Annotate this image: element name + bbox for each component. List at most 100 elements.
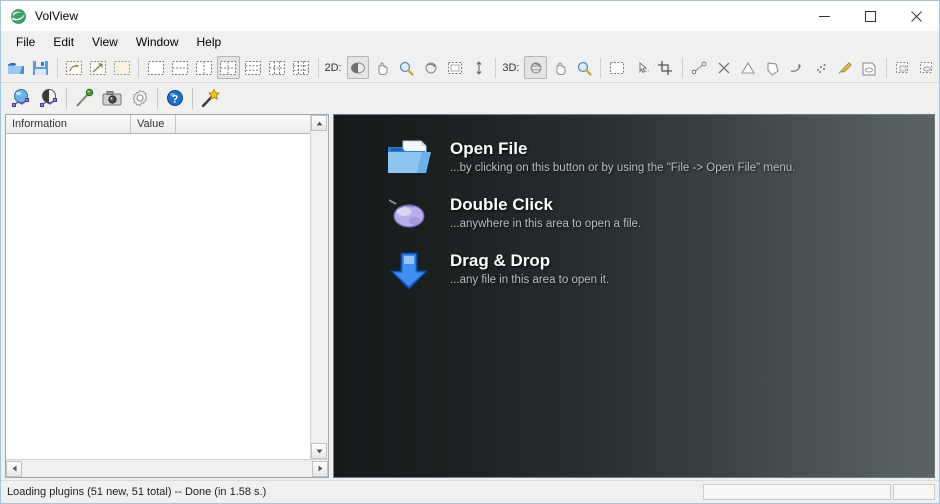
hint-drag-drop-text: Drag & Drop ...any file in this area to … bbox=[450, 249, 609, 288]
blank-view-button[interactable] bbox=[111, 56, 133, 79]
fit-view-button[interactable] bbox=[87, 56, 109, 79]
hint-drag-drop[interactable]: Drag & Drop ...any file in this area to … bbox=[386, 249, 934, 293]
paint-brush-button[interactable] bbox=[834, 56, 856, 79]
wizard-button[interactable] bbox=[197, 86, 223, 111]
information-list-body[interactable] bbox=[6, 134, 310, 459]
stamp-label-button[interactable] bbox=[858, 56, 880, 79]
hint-subtitle: ...any file in this area to open it. bbox=[450, 274, 610, 286]
menu-item-window[interactable]: Window bbox=[127, 32, 188, 52]
volume-render-button[interactable] bbox=[8, 86, 34, 111]
hint-open-file-text: Open File ...by clicking on this button … bbox=[450, 137, 795, 176]
close-icon[interactable] bbox=[893, 1, 939, 31]
secondary-toolbar: ? bbox=[1, 83, 939, 114]
information-horizontal-scrollbar[interactable] bbox=[6, 459, 328, 477]
viewport-hints: Open File ...by clicking on this button … bbox=[334, 115, 934, 293]
column-header-value[interactable]: Value bbox=[131, 115, 176, 133]
menu-item-edit[interactable]: Edit bbox=[44, 32, 83, 52]
zoom-2d-button[interactable] bbox=[395, 56, 417, 79]
maximize-icon[interactable] bbox=[847, 1, 893, 31]
surface-render-button[interactable] bbox=[36, 86, 62, 111]
volview-window: VolView File Edit View Window Help 2D: 3… bbox=[0, 0, 940, 504]
svg-text:?: ? bbox=[172, 94, 179, 106]
scroll-down-icon[interactable] bbox=[311, 443, 327, 459]
open-folder-large-icon bbox=[386, 137, 432, 181]
layout-nine-button[interactable] bbox=[290, 56, 312, 79]
distance-measure-button[interactable] bbox=[688, 56, 710, 79]
hint-subtitle: ...by clicking on this button or by usin… bbox=[450, 162, 796, 174]
information-vertical-scrollbar[interactable] bbox=[310, 115, 328, 459]
angle-measure-button[interactable] bbox=[737, 56, 759, 79]
hint-title: Double Click bbox=[450, 195, 553, 214]
seed-points-button[interactable] bbox=[810, 56, 832, 79]
copy-view-button[interactable] bbox=[892, 56, 914, 79]
status-progress-bar bbox=[703, 484, 891, 500]
mode-3d-label: 3D: bbox=[502, 61, 520, 74]
menu-item-help[interactable]: Help bbox=[188, 32, 231, 52]
cross-marker-button[interactable] bbox=[712, 56, 734, 79]
down-arrow-icon bbox=[386, 249, 432, 293]
computer-mouse-icon bbox=[386, 193, 432, 237]
screenshot-button[interactable] bbox=[99, 86, 125, 111]
menu-item-file[interactable]: File bbox=[7, 32, 44, 52]
help-button[interactable]: ? bbox=[162, 86, 188, 111]
column-header-blank bbox=[176, 115, 310, 133]
information-list-header: Information Value bbox=[6, 115, 310, 134]
toolbar-separator bbox=[56, 57, 58, 78]
layout-two-cols-button[interactable] bbox=[193, 56, 215, 79]
status-secondary-pane bbox=[893, 484, 935, 500]
marquee-button[interactable] bbox=[606, 56, 628, 79]
window-level-2d-button[interactable] bbox=[346, 56, 369, 79]
export-view-button[interactable] bbox=[916, 56, 938, 79]
layout-single-button[interactable] bbox=[144, 56, 166, 79]
layout-three-rows-button[interactable] bbox=[242, 56, 264, 79]
title-bar: VolView bbox=[1, 1, 939, 31]
minimize-icon[interactable] bbox=[801, 1, 847, 31]
render-viewport[interactable]: Open File ...by clicking on this button … bbox=[333, 114, 935, 478]
mode-2d-label: 2D: bbox=[324, 61, 342, 74]
scroll-left-icon[interactable] bbox=[6, 460, 22, 477]
save-file-button[interactable] bbox=[29, 56, 51, 79]
layout-quad-button[interactable] bbox=[217, 56, 240, 79]
toolbar-separator bbox=[600, 57, 602, 78]
zoom-3d-button[interactable] bbox=[573, 56, 595, 79]
hint-open-file[interactable]: Open File ...by clicking on this button … bbox=[386, 137, 934, 181]
information-panel: Information Value bbox=[1, 114, 333, 480]
rotate-3d-button[interactable] bbox=[524, 56, 547, 79]
window-controls bbox=[801, 1, 939, 31]
slice-2d-button[interactable] bbox=[468, 56, 490, 79]
polygon-tool-button[interactable] bbox=[761, 56, 783, 79]
toolbar-separator bbox=[495, 57, 497, 78]
reset-view-button[interactable] bbox=[63, 56, 85, 79]
pick-point-button[interactable] bbox=[631, 56, 653, 79]
arrow-annotation-button[interactable] bbox=[785, 56, 807, 79]
menu-item-view[interactable]: View bbox=[83, 32, 127, 52]
information-list-top: Information Value bbox=[6, 115, 328, 459]
layout-two-rows-button[interactable] bbox=[169, 56, 191, 79]
pan-3d-button[interactable] bbox=[549, 56, 571, 79]
scroll-right-icon[interactable] bbox=[312, 460, 328, 477]
status-message: Loading plugins (51 new, 51 total) -- Do… bbox=[7, 486, 267, 498]
light-settings-button[interactable] bbox=[71, 86, 97, 111]
toolbar-separator bbox=[885, 57, 887, 78]
crop-button[interactable] bbox=[655, 56, 677, 79]
column-header-information[interactable]: Information bbox=[6, 115, 131, 133]
rotate-2d-button[interactable] bbox=[419, 56, 441, 79]
toolbar-separator bbox=[682, 57, 684, 78]
menu-bar: File Edit View Window Help bbox=[1, 31, 939, 53]
window-title: VolView bbox=[35, 9, 79, 23]
hint-title: Open File bbox=[450, 139, 528, 158]
layout-six-button[interactable] bbox=[266, 56, 288, 79]
title-bar-left: VolView bbox=[1, 8, 78, 25]
hint-subtitle: ...anywhere in this area to open a file. bbox=[450, 218, 642, 230]
toolbar-separator bbox=[317, 57, 319, 78]
scroll-up-icon[interactable] bbox=[311, 115, 327, 131]
select-2d-button[interactable] bbox=[444, 56, 466, 79]
information-list-main: Information Value bbox=[6, 115, 310, 459]
open-file-button[interactable] bbox=[5, 56, 27, 79]
preferences-button[interactable] bbox=[127, 86, 153, 111]
pan-2d-button[interactable] bbox=[371, 56, 393, 79]
toolbar-separator bbox=[192, 88, 193, 109]
toolbar-separator bbox=[138, 57, 140, 78]
volview-logo-icon bbox=[10, 8, 27, 25]
hint-double-click[interactable]: Double Click ...anywhere in this area to… bbox=[386, 193, 934, 237]
